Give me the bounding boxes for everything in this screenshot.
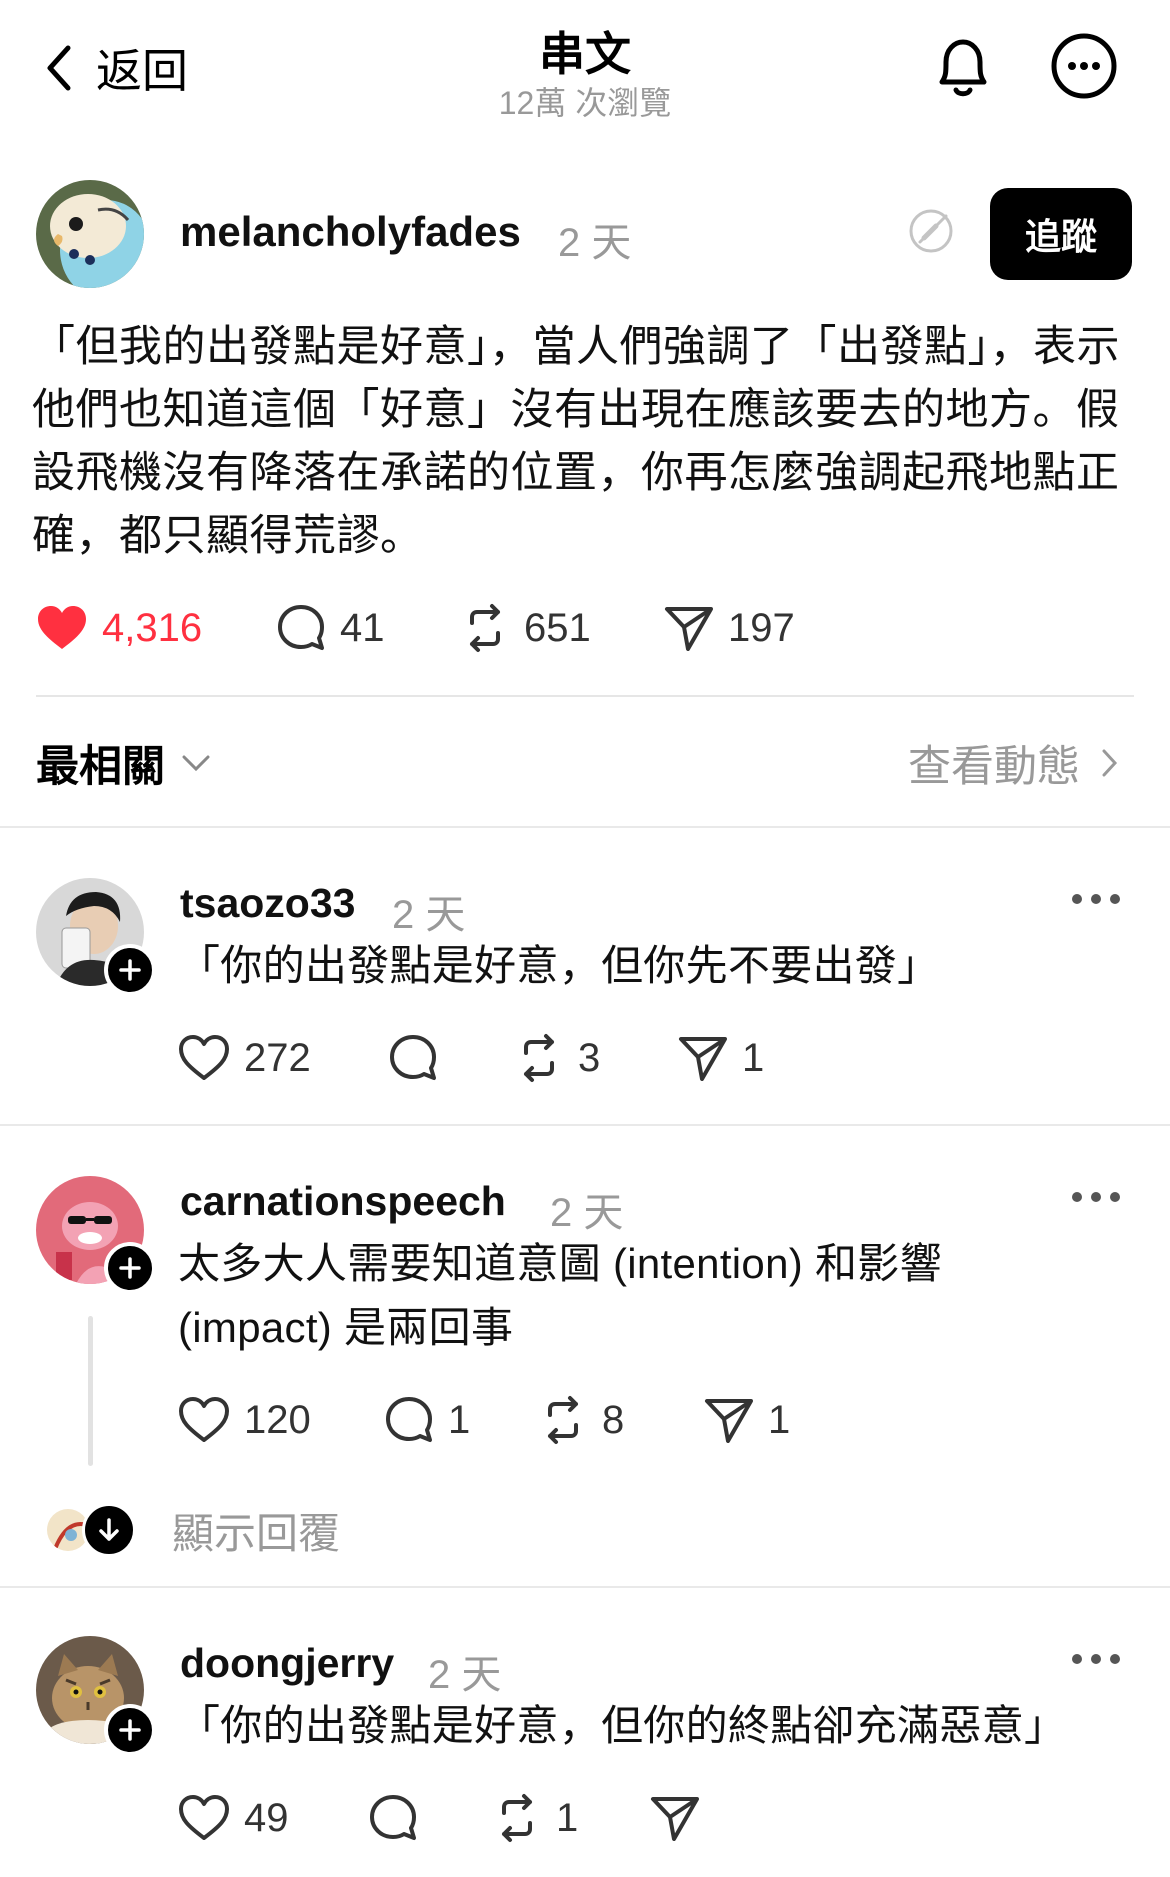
section-separator bbox=[0, 1124, 1170, 1126]
reply-actions: 49 1 bbox=[178, 1788, 1078, 1848]
reply-username[interactable]: doongjerry bbox=[180, 1640, 394, 1687]
share-count: 1 bbox=[768, 1397, 791, 1442]
like-button[interactable]: 4,316 bbox=[36, 598, 202, 658]
thread-line bbox=[88, 1316, 93, 1466]
reply-button[interactable]: 1 bbox=[384, 1390, 470, 1450]
bell-icon[interactable] bbox=[930, 32, 996, 102]
repost-button[interactable]: 8 bbox=[538, 1390, 624, 1450]
divider bbox=[36, 695, 1134, 697]
repost-icon bbox=[548, 1396, 578, 1444]
like-count: 49 bbox=[244, 1795, 289, 1840]
like-button[interactable]: 120 bbox=[178, 1390, 311, 1450]
like-button[interactable]: 49 bbox=[178, 1788, 289, 1848]
expand-badge bbox=[82, 1503, 136, 1557]
reply-count: 41 bbox=[340, 605, 385, 650]
repost-count: 1 bbox=[556, 1795, 579, 1840]
chevron-right-icon bbox=[1102, 749, 1118, 777]
comment-icon bbox=[278, 605, 324, 650]
share-icon bbox=[679, 1037, 727, 1081]
share-button[interactable]: 197 bbox=[664, 598, 795, 658]
repost-icon bbox=[524, 1034, 554, 1082]
avatar[interactable] bbox=[36, 180, 144, 288]
sort-label: 最相關 bbox=[36, 743, 165, 791]
plus-icon bbox=[119, 1257, 141, 1279]
like-count: 4,316 bbox=[102, 605, 203, 650]
share-button[interactable]: 1 bbox=[678, 1028, 764, 1088]
share-count: 1 bbox=[742, 1035, 765, 1080]
plus-icon bbox=[119, 959, 141, 981]
heart-filled-icon bbox=[38, 606, 86, 649]
plus-icon bbox=[119, 1719, 141, 1741]
reply-time: 2 天 bbox=[428, 1653, 502, 1697]
share-button[interactable] bbox=[650, 1788, 714, 1848]
like-count: 272 bbox=[244, 1035, 311, 1080]
reply-count: 1 bbox=[448, 1397, 471, 1442]
post-body: 「但我的出發點是好意」，當人們強調了「出發點」，表示他們也知道這個「好意」沒有出… bbox=[32, 323, 1120, 560]
like-button[interactable]: 272 bbox=[178, 1028, 311, 1088]
view-activity-link[interactable]: 查看動態 bbox=[908, 736, 1118, 791]
heart-icon bbox=[179, 1795, 229, 1840]
repost-count: 3 bbox=[578, 1035, 601, 1080]
heart-icon bbox=[179, 1397, 229, 1442]
repost-button[interactable]: 3 bbox=[514, 1028, 600, 1088]
reply-actions: 120 1 8 1 bbox=[178, 1390, 1078, 1450]
post-actions: 4,316 41 651 197 bbox=[36, 598, 1136, 658]
show-replies-button[interactable]: 顯示回覆 bbox=[44, 1500, 340, 1560]
share-icon bbox=[705, 1399, 753, 1443]
sort-dropdown[interactable]: 最相關 bbox=[36, 736, 211, 791]
share-count: 197 bbox=[728, 605, 795, 650]
chevron-down-icon bbox=[182, 755, 210, 772]
more-dots-icon[interactable] bbox=[1070, 1190, 1122, 1204]
show-replies-label: 顯示回覆 bbox=[172, 1509, 341, 1557]
reply-time: 2 天 bbox=[550, 1191, 624, 1235]
reply-username[interactable]: carnationspeech bbox=[180, 1178, 506, 1225]
reply-time: 2 天 bbox=[392, 893, 466, 937]
reply-actions: 272 3 1 bbox=[178, 1028, 1078, 1088]
follow-plus-button[interactable] bbox=[104, 1704, 156, 1756]
section-separator bbox=[0, 826, 1170, 828]
repost-count: 8 bbox=[602, 1397, 625, 1442]
more-dots-icon[interactable] bbox=[1070, 892, 1122, 906]
section-separator bbox=[0, 1586, 1170, 1588]
repost-icon bbox=[470, 604, 500, 652]
reply-username[interactable]: tsaozo33 bbox=[180, 880, 355, 927]
like-count: 120 bbox=[244, 1397, 311, 1442]
reply-text: 「你的出發點是好意，但你先不要出發」 bbox=[178, 942, 940, 989]
share-icon bbox=[651, 1797, 699, 1841]
repost-count: 651 bbox=[524, 605, 591, 650]
follow-button[interactable]: 追蹤 bbox=[990, 188, 1132, 280]
follow-plus-button[interactable] bbox=[104, 1242, 156, 1294]
share-button[interactable]: 1 bbox=[704, 1390, 790, 1450]
repost-button[interactable]: 1 bbox=[492, 1788, 578, 1848]
follow-plus-button[interactable] bbox=[104, 944, 156, 996]
reply-button[interactable]: 41 bbox=[276, 598, 385, 658]
budgie-avatar-image bbox=[36, 180, 144, 288]
share-icon bbox=[665, 607, 713, 651]
reply-text: 「你的出發點是好意，但你的終點卻充滿惡意」 bbox=[178, 1702, 1067, 1749]
reply-button[interactable] bbox=[368, 1788, 432, 1848]
comment-icon bbox=[386, 1397, 432, 1442]
repost-icon bbox=[502, 1794, 532, 1842]
comment-icon bbox=[390, 1035, 436, 1080]
post-time: 2 天 bbox=[558, 221, 632, 265]
post-username[interactable]: melancholyfades bbox=[180, 208, 521, 256]
heart-icon bbox=[179, 1035, 229, 1080]
top-bar: 返回 串文 12萬 次瀏覽 bbox=[0, 0, 1170, 130]
repost-button[interactable]: 651 bbox=[460, 598, 591, 658]
reply-text: 太多大人需要知道意圖 (intention) 和影響 (impact) 是兩回事 bbox=[178, 1240, 942, 1351]
reply-button[interactable] bbox=[388, 1028, 452, 1088]
edit-off-icon bbox=[909, 209, 953, 253]
view-activity-label: 查看動態 bbox=[908, 743, 1080, 791]
comment-icon bbox=[370, 1795, 416, 1840]
arrow-down-icon bbox=[99, 1518, 119, 1541]
more-circle-icon[interactable] bbox=[1050, 32, 1118, 100]
more-dots-icon[interactable] bbox=[1070, 1652, 1122, 1666]
